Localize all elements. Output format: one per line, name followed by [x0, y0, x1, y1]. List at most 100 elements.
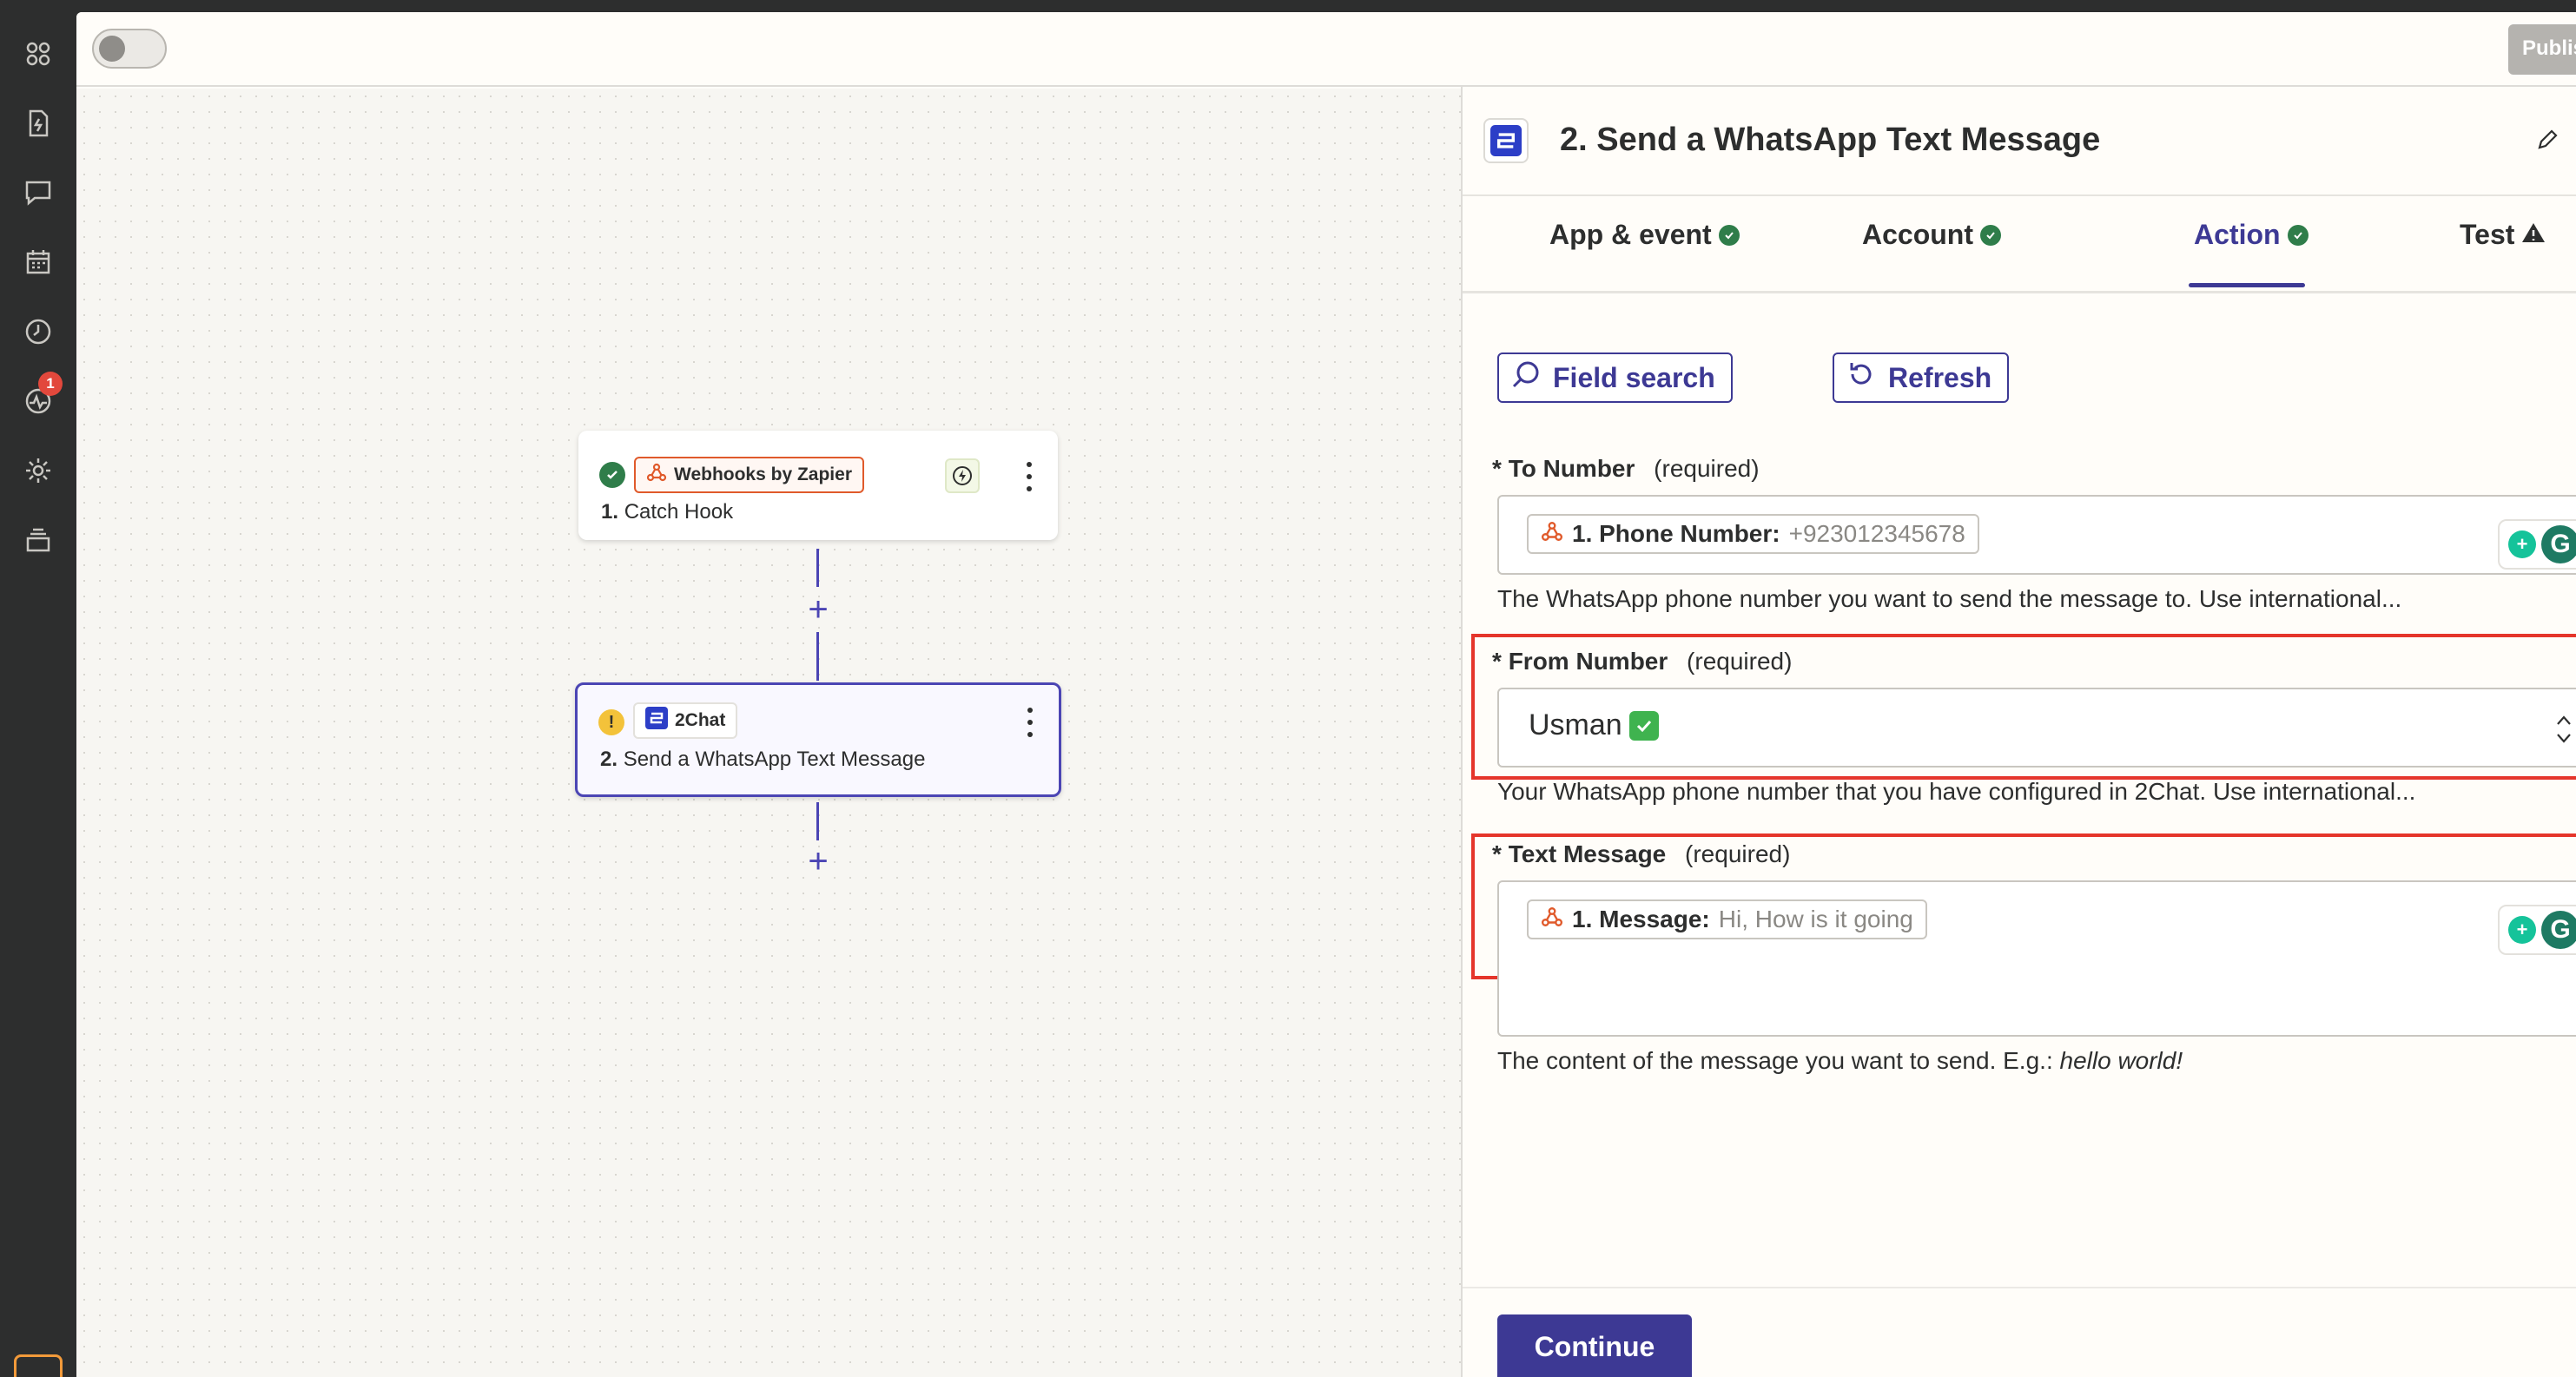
mapped-field-pill[interactable]: 1. Message: Hi, How is it going — [1527, 899, 1927, 939]
step-title: 2. Send a WhatsApp Text Message — [600, 748, 925, 772]
mapped-field-pill[interactable]: 1. Phone Number: +923012345678 — [1527, 514, 1979, 554]
step-card-catch-hook[interactable]: Webhooks by Zapier 1. Catch Hook — [578, 431, 1058, 540]
webhook-icon — [1541, 520, 1563, 549]
to-number-label: * To Number (required) — [1492, 455, 1760, 483]
pill-value: Hi, How is it going — [1718, 906, 1913, 932]
add-step-plus-icon[interactable]: + — [803, 592, 834, 627]
label-text: To Number — [1508, 455, 1635, 482]
grammarly-bulb-icon: + — [2508, 530, 2536, 558]
add-step-plus-icon[interactable]: + — [803, 844, 834, 879]
main-area: Publis Webhooks by Zapier 1. Catch Hook … — [76, 12, 2576, 1377]
label-text: Text Message — [1508, 840, 1667, 867]
help-example: hello world! — [2059, 1047, 2183, 1074]
success-check-icon — [599, 462, 625, 488]
panel-footer: Continue — [1463, 1287, 2576, 1377]
required-text: (required) — [1654, 455, 1760, 482]
text-message-label: * Text Message (required) — [1492, 840, 1790, 868]
select-arrows-icon — [2553, 710, 2574, 748]
continue-button[interactable]: Continue — [1497, 1314, 1692, 1377]
tab-label: Action — [2194, 219, 2281, 250]
panel-header: 2. Send a WhatsApp Text Message — [1463, 87, 2576, 196]
tab-account[interactable]: Account — [1862, 219, 2001, 251]
text-message-field[interactable]: 1. Message: Hi, How is it going + G — [1497, 880, 2576, 1037]
tab-label: Test — [2460, 219, 2515, 250]
required-asterisk: * — [1492, 648, 1502, 675]
warning-triangle-icon — [2521, 219, 2546, 251]
calendar-icon[interactable] — [21, 245, 56, 280]
tab-action[interactable]: Action — [2194, 219, 2308, 251]
2chat-logo-icon — [645, 707, 668, 735]
more-options-icon[interactable] — [1026, 708, 1034, 737]
history-icon[interactable] — [21, 314, 56, 349]
tab-label: Account — [1862, 219, 1973, 250]
required-asterisk: * — [1492, 455, 1502, 482]
layers-icon[interactable] — [21, 523, 56, 557]
2chat-logo-icon — [1483, 118, 1529, 163]
check-mark-emoji-icon — [1628, 710, 1659, 741]
required-asterisk: * — [1492, 840, 1502, 867]
zaps-icon[interactable] — [21, 106, 56, 141]
step-name: Send a WhatsApp Text Message — [623, 748, 926, 771]
button-label: Refresh — [1888, 361, 1992, 393]
webhook-icon — [1541, 906, 1563, 934]
complete-check-icon — [1980, 224, 2001, 246]
pill-label: 1. Phone Number: — [1572, 520, 1780, 547]
workflow-canvas[interactable]: Webhooks by Zapier 1. Catch Hook + ! 2Ch… — [76, 89, 1461, 1377]
notification-badge: 1 — [38, 372, 63, 396]
more-options-icon[interactable] — [1025, 462, 1034, 491]
grammarly-widget[interactable]: + G — [2498, 519, 2576, 570]
grammarly-bulb-icon: + — [2508, 916, 2536, 944]
refresh-button[interactable]: Refresh — [1833, 352, 2010, 403]
to-number-field[interactable]: 1. Phone Number: +923012345678 + G — [1497, 495, 2576, 575]
warning-icon: ! — [598, 709, 624, 735]
step-number: 1. — [601, 500, 619, 524]
complete-check-icon — [1718, 224, 1740, 246]
tab-test[interactable]: Test — [2460, 219, 2546, 251]
tab-app-event[interactable]: App & event — [1549, 219, 1740, 251]
zap-on-off-toggle[interactable] — [92, 29, 167, 69]
apps-icon[interactable] — [21, 36, 56, 71]
publish-button[interactable]: Publis — [2508, 24, 2576, 75]
app-name: 2Chat — [675, 710, 726, 730]
from-number-help: Your WhatsApp phone number that you have… — [1497, 778, 2416, 805]
step-title: 1. Catch Hook — [601, 500, 733, 524]
step-card-send-whatsapp[interactable]: ! 2Chat 2. Send a WhatsApp Text Message — [575, 682, 1061, 797]
text-message-help: The content of the message you want to s… — [1497, 1047, 2183, 1075]
trigger-bolt-icon — [945, 458, 980, 493]
active-tab-indicator — [2189, 283, 2305, 287]
step-tabs: App & event Account Action Test — [1463, 198, 2576, 293]
left-rail: 1 — [0, 0, 76, 1377]
grammarly-widget[interactable]: + G — [2498, 905, 2576, 955]
refresh-icon — [1845, 358, 1878, 398]
step-editor-panel: 2. Send a WhatsApp Text Message App & ev… — [1461, 87, 2576, 1377]
button-label: Field search — [1553, 361, 1715, 393]
from-number-select[interactable]: Usman — [1497, 688, 2576, 768]
grammarly-logo-icon: G — [2541, 525, 2576, 563]
panel-title: 2. Send a WhatsApp Text Message — [1560, 122, 2101, 158]
app-name: Webhooks by Zapier — [674, 464, 852, 484]
settings-icon[interactable] — [21, 453, 56, 488]
top-bar: Publis — [76, 12, 2576, 87]
upgrade-icon[interactable] — [14, 1354, 63, 1377]
pill-label: 1. Message: — [1572, 906, 1710, 932]
edit-title-pencil-icon[interactable] — [2534, 127, 2560, 153]
to-number-help: The WhatsApp phone number you want to se… — [1497, 585, 2402, 612]
app-chip-2chat: 2Chat — [633, 702, 738, 739]
complete-check-icon — [2287, 224, 2308, 246]
toggle-knob — [99, 36, 125, 62]
from-number-label: * From Number (required) — [1492, 648, 1792, 675]
chat-icon[interactable] — [21, 175, 56, 210]
required-text: (required) — [1687, 648, 1793, 675]
connector-line — [816, 549, 819, 587]
connector-line — [816, 632, 819, 681]
select-value-text: Usman — [1529, 708, 1622, 741]
step-number: 2. — [600, 748, 618, 771]
help-text: The content of the message you want to s… — [1497, 1047, 2060, 1074]
selected-value: Usman — [1529, 708, 1659, 742]
grammarly-logo-icon: G — [2541, 911, 2576, 949]
required-text: (required) — [1685, 840, 1791, 867]
tab-label: App & event — [1549, 219, 1712, 250]
app-chip-webhooks: Webhooks by Zapier — [634, 457, 864, 493]
field-search-button[interactable]: Field search — [1497, 352, 1733, 403]
search-icon — [1509, 358, 1542, 398]
